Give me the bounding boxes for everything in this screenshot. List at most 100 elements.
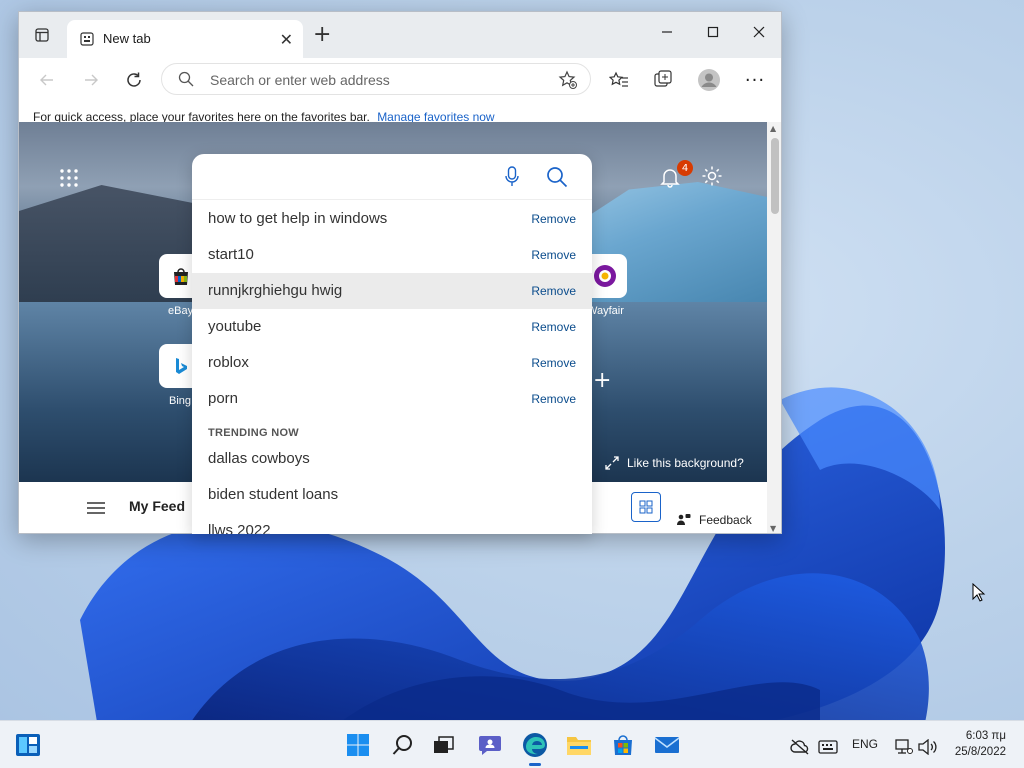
keyboard-icon: [818, 740, 838, 754]
profile-button[interactable]: [697, 68, 721, 92]
minimize-icon: [662, 31, 672, 33]
close-window-button[interactable]: [736, 12, 781, 52]
edge-icon: [523, 733, 547, 757]
history-item-text: start10: [208, 246, 254, 263]
navigation-toolbar: ···: [19, 58, 781, 102]
history-item-highlighted[interactable]: runnjkrghiehgu hwig Remove: [192, 273, 592, 309]
back-button[interactable]: [33, 66, 61, 94]
active-indicator: [529, 763, 541, 766]
search-icon[interactable]: [546, 166, 568, 188]
remove-link[interactable]: Remove: [531, 320, 576, 334]
trending-item-text: llws 2022: [208, 522, 271, 534]
file-explorer-button[interactable]: [565, 731, 593, 759]
expand-icon: [605, 456, 619, 470]
history-item[interactable]: roblox Remove: [192, 345, 592, 381]
history-item-text: porn: [208, 390, 239, 407]
close-tab-icon[interactable]: ✕: [280, 30, 293, 49]
trending-item-text: biden student loans: [208, 486, 339, 503]
refresh-button[interactable]: [120, 66, 148, 94]
my-feed-tab[interactable]: My Feed: [129, 498, 185, 514]
cloud-offline-icon: [790, 739, 809, 755]
mouse-cursor-icon: [972, 583, 986, 602]
quick-link-label: eBay: [168, 305, 194, 317]
history-item[interactable]: youtube Remove: [192, 309, 592, 345]
search-icon: [392, 735, 412, 755]
history-item[interactable]: start10 Remove: [192, 237, 592, 273]
trending-item-text: dallas cowboys: [208, 450, 310, 467]
tab-new-tab[interactable]: New tab ✕: [67, 20, 303, 58]
title-bar: New tab ✕ +: [19, 12, 781, 58]
like-background-button[interactable]: Like this background?: [605, 456, 744, 470]
page-scrollbar[interactable]: ▲ ▼: [767, 122, 781, 533]
trending-item[interactable]: dallas cowboys: [192, 441, 592, 477]
microsoft-store-button[interactable]: [609, 731, 637, 759]
favorites-icon: [609, 71, 628, 87]
favorites-button[interactable]: [607, 68, 631, 92]
like-background-label: Like this background?: [627, 456, 744, 470]
touch-keyboard-button[interactable]: [814, 733, 842, 761]
scroll-down-icon[interactable]: ▼: [770, 524, 776, 533]
history-item[interactable]: how to get help in windows Remove: [192, 201, 592, 237]
history-item[interactable]: porn Remove: [192, 381, 592, 417]
onedrive-button[interactable]: [786, 733, 814, 761]
mail-icon: [654, 737, 680, 753]
add-shortcut-button[interactable]: +: [593, 368, 611, 393]
new-tab-button[interactable]: +: [313, 22, 331, 47]
volume-button[interactable]: [914, 733, 942, 761]
speaker-icon: [918, 739, 937, 755]
task-view-button[interactable]: [430, 731, 458, 759]
remove-link[interactable]: Remove: [531, 356, 576, 370]
clock-date: 25/8/2022: [954, 746, 1006, 758]
collections-button[interactable]: [651, 68, 675, 92]
scrollbar-thumb[interactable]: [771, 138, 779, 214]
new-tab-page-icon: [80, 32, 94, 46]
search-box[interactable]: [192, 154, 592, 200]
hamburger-icon: [87, 502, 105, 514]
grid-layout-button[interactable]: [631, 492, 661, 522]
folder-icon: [567, 737, 591, 755]
settings-more-button[interactable]: ···: [743, 68, 767, 92]
add-favorite-icon[interactable]: [558, 70, 578, 90]
chat-button[interactable]: [476, 731, 504, 759]
remove-link[interactable]: Remove: [531, 392, 576, 406]
collections-icon: [654, 70, 672, 87]
maximize-button[interactable]: [690, 12, 736, 52]
clock[interactable]: 6:03 πμ 25/8/2022: [955, 728, 1006, 760]
page-settings-button[interactable]: [701, 165, 723, 191]
teams-chat-icon: [479, 736, 501, 755]
trending-item[interactable]: llws 2022: [192, 513, 592, 534]
scroll-up-icon[interactable]: ▲: [770, 124, 776, 133]
search-suggestions-dropdown: how to get help in windows Remove start1…: [192, 154, 592, 534]
clock-time: 6:03 πμ: [965, 730, 1006, 742]
avatar-icon: [698, 69, 720, 91]
quick-link-label: Wayfair: [587, 305, 624, 317]
arrow-right-icon: [85, 74, 98, 86]
feed-menu-button[interactable]: [87, 500, 105, 519]
microphone-icon[interactable]: [504, 166, 520, 188]
app-grid-icon: [60, 169, 78, 187]
ebay-icon: [174, 268, 188, 285]
trending-item[interactable]: biden student loans: [192, 477, 592, 513]
remove-link[interactable]: Remove: [531, 284, 576, 298]
feedback-button[interactable]: Feedback: [667, 507, 762, 533]
minimize-button[interactable]: [644, 12, 690, 52]
tab-actions-button[interactable]: [29, 24, 55, 46]
tab-actions-icon: [35, 28, 49, 42]
edge-taskbar-button[interactable]: [521, 731, 549, 766]
history-item-text: how to get help in windows: [208, 210, 388, 227]
notification-badge: 4: [677, 160, 693, 176]
address-bar[interactable]: [161, 63, 591, 95]
app-launcher-button[interactable]: [59, 168, 79, 192]
taskbar-search-button[interactable]: [389, 731, 417, 759]
widgets-button[interactable]: [14, 731, 42, 759]
remove-link[interactable]: Remove: [531, 212, 576, 226]
feedback-icon: [677, 514, 691, 525]
history-item-text: youtube: [208, 318, 262, 335]
address-input[interactable]: [210, 70, 540, 90]
mail-button[interactable]: [653, 731, 681, 759]
start-button[interactable]: [344, 731, 372, 759]
quick-link-label: Bing: [169, 395, 192, 407]
input-language-indicator[interactable]: ENG: [852, 737, 878, 751]
forward-button[interactable]: [77, 66, 105, 94]
remove-link[interactable]: Remove: [531, 248, 576, 262]
